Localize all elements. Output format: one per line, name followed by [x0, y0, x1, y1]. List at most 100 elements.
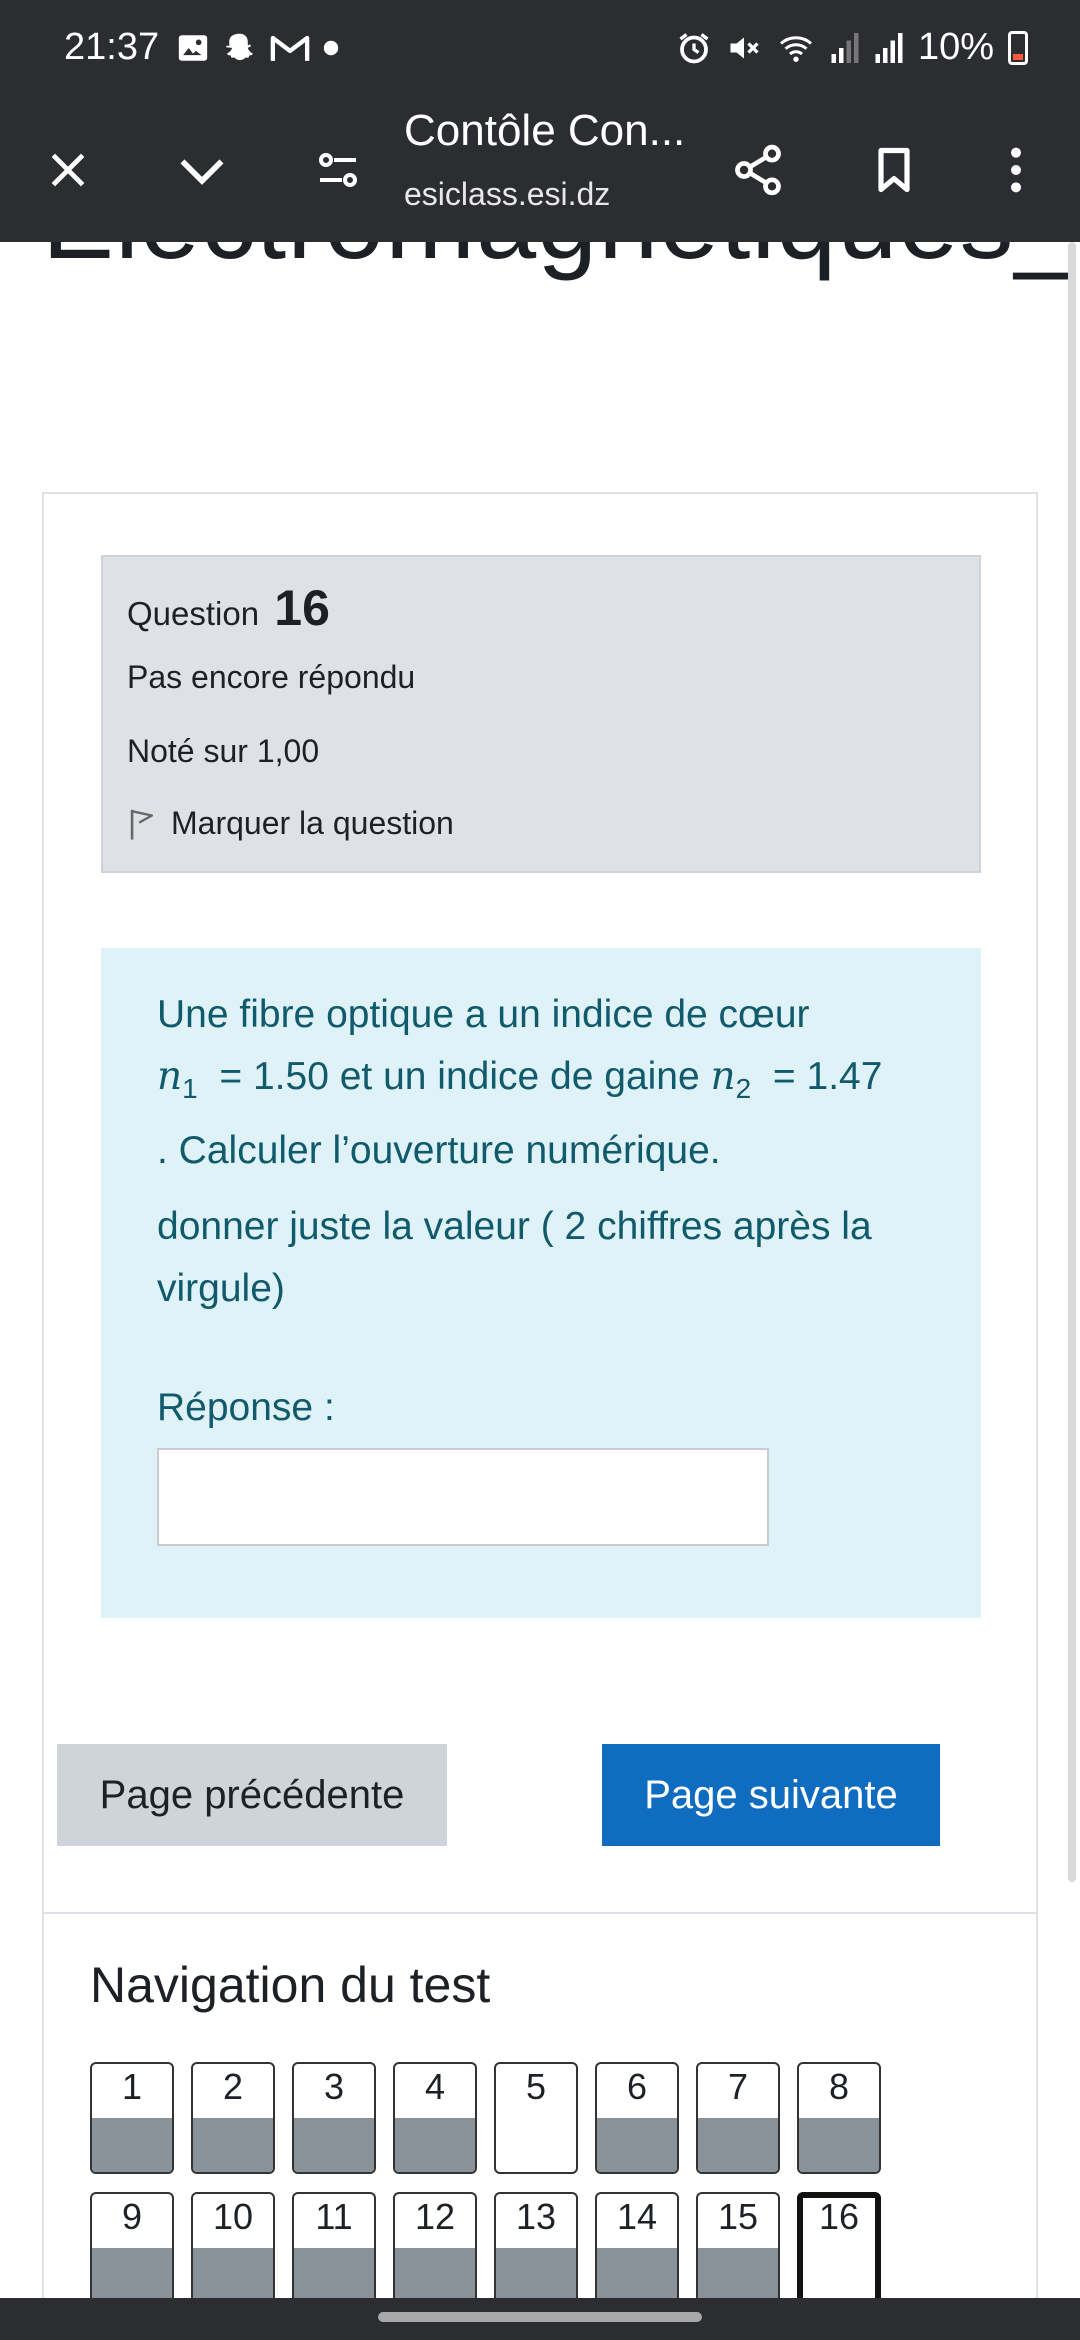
- nav-answered-fill: [294, 2118, 374, 2172]
- nav-answered-fill: [193, 2118, 273, 2172]
- more-icon[interactable]: [984, 138, 1048, 202]
- nav-answered-fill: [597, 2248, 677, 2298]
- question-number: 16: [274, 580, 330, 636]
- page-settings-icon[interactable]: [306, 138, 370, 202]
- question-state: Pas encore répondu: [127, 659, 416, 695]
- question-info: Question 16 Pas encore répondu Noté sur …: [101, 555, 981, 873]
- flag-question-link[interactable]: Marquer la question: [127, 805, 454, 842]
- page-domain: esiclass.esi.dz: [404, 176, 611, 212]
- previous-page-button[interactable]: Page précédente: [57, 1744, 447, 1846]
- n1-symbol: n: [157, 1054, 183, 1099]
- gallery-icon: [178, 35, 208, 61]
- alarm-icon: [679, 32, 709, 63]
- nav-question-button[interactable]: 9: [90, 2192, 174, 2298]
- nav-question-number: 8: [828, 2066, 850, 2107]
- share-icon[interactable]: [726, 138, 790, 202]
- question-text-part2: . Calculer l’ouverture numérique.: [157, 1128, 721, 1172]
- nav-question-button[interactable]: 1: [90, 2062, 174, 2174]
- quiz-navigation-title: Navigation du test: [90, 1957, 491, 2013]
- nav-question-button[interactable]: 8: [797, 2062, 881, 2174]
- home-gesture-handle[interactable]: [378, 2312, 702, 2322]
- nav-answered-fill: [92, 2118, 172, 2172]
- nav-question-button[interactable]: 14: [595, 2192, 679, 2298]
- status-notification-icons: [176, 30, 340, 66]
- nav-question-button[interactable]: 2: [191, 2062, 275, 2174]
- nav-question-number: 1: [121, 2066, 143, 2107]
- nav-question-number: 5: [525, 2066, 547, 2107]
- n2-value: = 1.47: [762, 1055, 883, 1098]
- nav-question-number: 9: [121, 2196, 143, 2237]
- flag-question-label: Marquer la question: [171, 805, 454, 841]
- question-content: Une fibre optique a un indice de cœur n1…: [101, 948, 981, 1618]
- nav-question-number: 12: [414, 2196, 456, 2237]
- nav-question-number: 6: [626, 2066, 648, 2107]
- nav-answered-fill: [294, 2248, 374, 2298]
- n1-subscript: 1: [182, 1072, 198, 1104]
- chevron-down-icon[interactable]: [170, 138, 234, 202]
- next-page-button[interactable]: Page suivante: [602, 1744, 940, 1846]
- flag-icon: [130, 809, 154, 840]
- signal-icon: [875, 32, 903, 63]
- nav-answered-fill: [395, 2118, 475, 2172]
- question-number-row: Question 16: [127, 579, 330, 637]
- page-scrollbar[interactable]: [1068, 242, 1076, 1882]
- nav-question-number: 15: [717, 2196, 759, 2237]
- question-label: Question: [127, 595, 260, 632]
- nav-question-number: 3: [323, 2066, 345, 2107]
- nav-question-button[interactable]: 16: [797, 2192, 881, 2298]
- nav-answered-fill: [395, 2248, 475, 2298]
- nav-question-button[interactable]: 6: [595, 2062, 679, 2174]
- nav-question-number: 13: [515, 2196, 557, 2237]
- battery-icon: [1008, 30, 1028, 65]
- nav-question-button[interactable]: 4: [393, 2062, 477, 2174]
- nav-answered-fill: [698, 2118, 778, 2172]
- status-time: 21:37: [64, 26, 160, 68]
- quiz-navigation: Navigation du test 1 2 3 4 5 6 7 8 9 10 …: [42, 1912, 1038, 2298]
- battery-percent: 10%: [917, 26, 994, 68]
- nav-answered-fill: [92, 2248, 172, 2298]
- page-title: Contôle Con...: [404, 106, 686, 155]
- nav-answered-fill: [597, 2118, 677, 2172]
- nav-question-button[interactable]: 15: [696, 2192, 780, 2298]
- nav-question-button[interactable]: 7: [696, 2062, 780, 2174]
- nav-question-button[interactable]: 5: [494, 2062, 578, 2174]
- n2-subscript: 2: [735, 1072, 752, 1104]
- nav-question-number: 14: [616, 2196, 658, 2237]
- nav-question-button[interactable]: 3: [292, 2062, 376, 2174]
- nav-question-number: 4: [424, 2066, 446, 2107]
- answer-label: Réponse :: [157, 1386, 335, 1429]
- answer-input[interactable]: [157, 1448, 769, 1546]
- mute-icon: [730, 37, 759, 58]
- gesture-bar: [0, 2298, 1080, 2340]
- web-page: Electromagnétiques_( Question 16 Pas enc…: [0, 242, 1080, 2298]
- page-heading: Electromagnétiques_(: [42, 242, 1080, 283]
- nav-question-button[interactable]: 12: [393, 2192, 477, 2298]
- n2-symbol: n: [710, 1054, 736, 1099]
- nav-answered-fill: [698, 2248, 778, 2298]
- question-hint: donner juste la valeur ( 2 chiffres aprè…: [157, 1205, 872, 1310]
- bookmark-icon[interactable]: [862, 138, 926, 202]
- status-right: 10%: [676, 26, 1028, 69]
- nav-answered-fill: [799, 2118, 879, 2172]
- nav-question-number: 16: [818, 2196, 860, 2237]
- question-text: Une fibre optique a un indice de cœur n1…: [157, 984, 947, 1182]
- nav-question-button[interactable]: 10: [191, 2192, 275, 2298]
- question-grade: Noté sur 1,00: [127, 733, 320, 769]
- nav-question-number: 2: [222, 2066, 244, 2107]
- nav-question-number: 11: [315, 2196, 353, 2237]
- browser-toolbar: Contôle Con... esiclass.esi.dz: [0, 100, 1080, 242]
- dot-icon: [323, 40, 339, 56]
- wifi-icon: [779, 35, 812, 62]
- nav-question-number: 10: [212, 2196, 254, 2237]
- nav-answered-fill: [193, 2248, 273, 2298]
- snapchat-icon: [226, 33, 253, 61]
- close-icon[interactable]: [36, 138, 100, 202]
- nav-answered-fill: [496, 2248, 576, 2298]
- n1-value: = 1.50 et un indice de gaine: [208, 1055, 711, 1098]
- nav-question-button[interactable]: 13: [494, 2192, 578, 2298]
- signal-icon: [831, 32, 859, 63]
- status-bar: 21:37 10%: [0, 0, 1080, 100]
- nav-question-button[interactable]: 11: [292, 2192, 376, 2298]
- nav-question-number: 7: [727, 2066, 749, 2107]
- question-text-part1: Une fibre optique a un indice de cœur: [157, 993, 810, 1036]
